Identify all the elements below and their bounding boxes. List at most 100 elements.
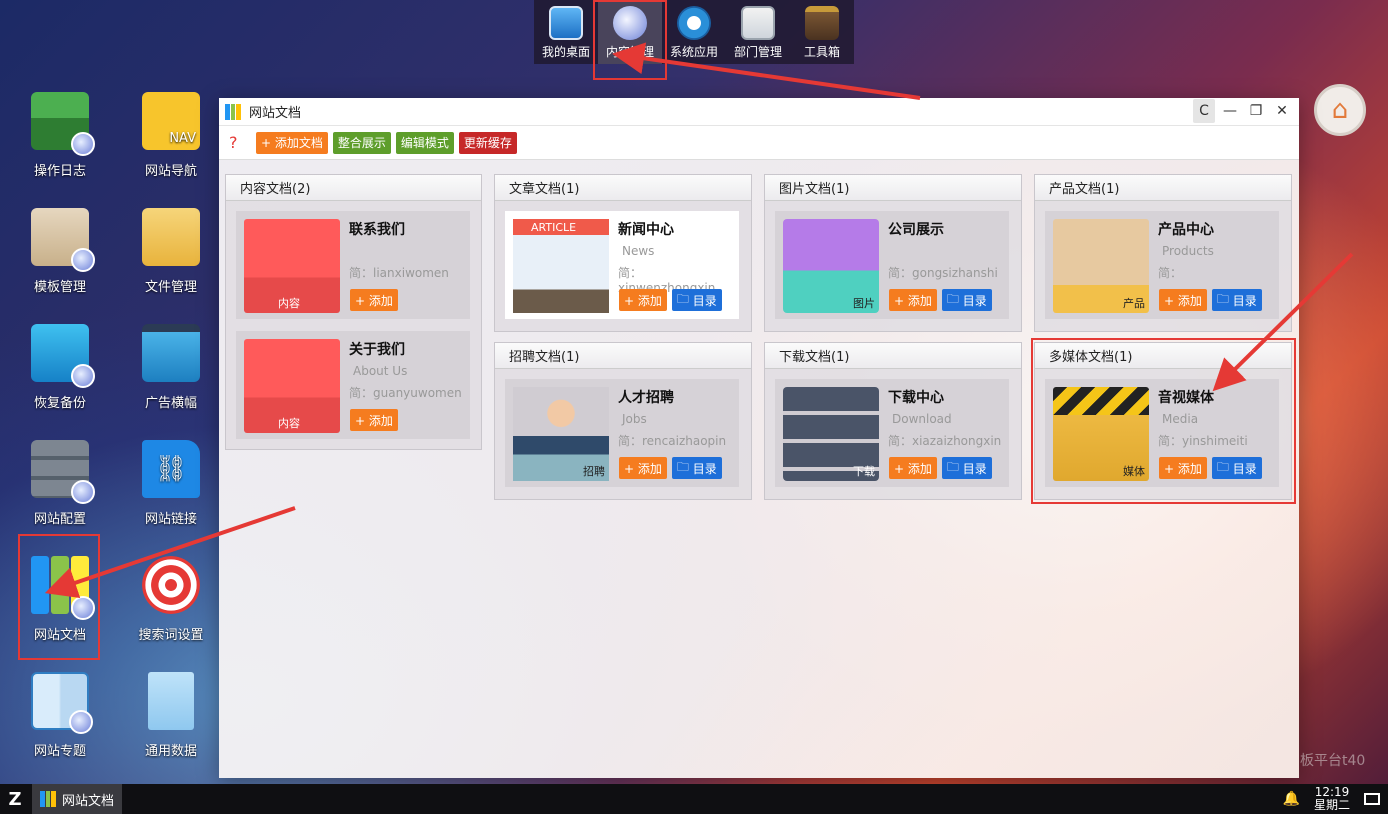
watermark: 板平台t40 [1300, 753, 1366, 769]
doc-card: ARTICLE 新闻中心 News 简：xinwenzhongxin + 添加 … [505, 211, 739, 319]
help-icon[interactable]: ? [229, 133, 251, 152]
panel-title: 文章文档(1) [495, 175, 751, 201]
article-icon: ARTICLE [513, 219, 609, 313]
desktop-icon-label: 操作日志 [33, 164, 86, 179]
panel-product-docs: 产品文档(1) 产品 产品中心 Products 简： + 添加 🗀 目录 [1034, 174, 1292, 332]
card-en: About Us [353, 364, 408, 378]
link-doc-icon: ⛓ [142, 440, 200, 498]
topic-book-icon [31, 672, 93, 734]
content-doc-icon: 内容 [244, 339, 340, 433]
file-folder-icon [142, 208, 200, 266]
window-titlebar[interactable]: 网站文档 C — ❐ ✕ [219, 98, 1299, 126]
update-cache-button[interactable]: 更新缓存 [458, 131, 517, 154]
annotation-box-dock [593, 0, 667, 80]
content-doc-icon: 内容 [244, 219, 340, 313]
directory-button[interactable]: 🗀 目录 [1211, 289, 1262, 311]
folder-log-icon [31, 92, 95, 156]
add-button[interactable]: + 添加 [350, 409, 398, 431]
folder-icon: 🗀 [1216, 291, 1233, 306]
card-en: Products [1162, 244, 1214, 258]
desktop-icon-template[interactable]: 模板管理 [15, 202, 105, 302]
card-title[interactable]: 新闻中心 [618, 219, 674, 239]
add-button[interactable]: + 添加 [1159, 289, 1207, 311]
add-button[interactable]: + 添加 [350, 289, 398, 311]
dock-department[interactable]: 部门管理 [726, 0, 790, 64]
badge-icon [741, 6, 775, 40]
dock-system-apps[interactable]: 系统应用 [662, 0, 726, 64]
desktop-icon-site-links[interactable]: ⛓ 网站链接 [126, 434, 216, 534]
dock-label: 我的桌面 [541, 45, 590, 59]
app-logo-icon [225, 103, 242, 120]
top-dock: 我的桌面 内容管理 系统应用 部门管理 工具箱 [534, 0, 854, 64]
card-title[interactable]: 公司展示 [888, 219, 944, 239]
maximize-button[interactable]: ❐ [1245, 99, 1267, 123]
panel-title: 下载文档(1) [765, 343, 1021, 369]
desktop-icon-site-nav[interactable]: NAV 网站导航 [126, 86, 216, 186]
folder-icon: 🗀 [676, 291, 693, 306]
taskbar-item-site-docs[interactable]: 网站文档 [32, 784, 123, 814]
server-config-icon [31, 440, 95, 504]
dock-my-desktop[interactable]: 我的桌面 [534, 0, 598, 64]
desktop-icon-operation-log[interactable]: 操作日志 [15, 86, 105, 186]
window-title: 网站文档 [249, 106, 302, 121]
panel-recruit-docs: 招聘文档(1) 招聘 人才招聘 Jobs 简：rencaizhaopin + 添… [494, 342, 752, 500]
directory-label: 目录 [962, 293, 987, 308]
desktop-icon-search-words[interactable]: 搜索词设置 [126, 550, 216, 650]
add-button[interactable]: + 添加 [619, 457, 667, 479]
directory-label: 目录 [1232, 293, 1257, 308]
card-tag: 内容 [278, 417, 300, 430]
start-button[interactable]: Z [0, 784, 30, 814]
doc-card: 下载 下载中心 Download 简：xiazaizhongxin + 添加 🗀… [775, 379, 1009, 487]
card-title[interactable]: 产品中心 [1158, 219, 1214, 239]
directory-button[interactable]: 🗀 目录 [671, 289, 722, 311]
card-title[interactable]: 下载中心 [888, 387, 944, 407]
home-icon: ⌂ [1331, 95, 1349, 125]
gear-icon [677, 6, 711, 40]
show-desktop-icon[interactable] [1364, 793, 1380, 805]
directory-button[interactable]: 🗀 目录 [671, 457, 722, 479]
add-button[interactable]: + 添加 [889, 289, 937, 311]
home-button[interactable]: ⌂ [1314, 84, 1366, 136]
desktop-icon-label: 文件管理 [144, 280, 197, 295]
edit-mode-button[interactable]: 编辑模式 [395, 131, 454, 154]
directory-button[interactable]: 🗀 目录 [941, 457, 992, 479]
toolbox-icon [805, 6, 839, 40]
download-server-icon: 下载 [783, 387, 879, 481]
clock-weekday: 星期二 [1313, 798, 1350, 812]
desktop-icon-site-config[interactable]: 网站配置 [15, 434, 105, 534]
card-slug: 简： [1158, 266, 1183, 280]
system-tray: 🔔 12:19 星期二 [1283, 784, 1388, 814]
panel-title: 图片文档(1) [765, 175, 1021, 201]
target-icon [142, 556, 200, 614]
doc-card: 内容 关于我们 About Us 简：guanyuwomen + 添加 [236, 331, 470, 439]
directory-label: 目录 [962, 461, 987, 476]
integrated-view-button[interactable]: 整合展示 [332, 131, 391, 154]
folder-icon: 🗀 [946, 459, 963, 474]
add-button[interactable]: + 添加 [889, 457, 937, 479]
card-slug: 简：rencaizhaopin [618, 434, 727, 448]
desktop-icon-site-topics[interactable]: 网站专题 [15, 666, 105, 766]
desktop-icon-label: 网站导航 [144, 164, 197, 179]
minimize-button[interactable]: — [1219, 99, 1241, 123]
desktop-icon-backup[interactable]: 恢复备份 [15, 318, 105, 418]
notification-bell-icon[interactable]: 🔔 [1283, 791, 1300, 807]
taskbar: Z 网站文档 🔔 12:19 星期二 [0, 784, 1388, 814]
card-title[interactable]: 联系我们 [349, 219, 405, 239]
panel-title: 产品文档(1) [1035, 175, 1291, 201]
annotation-box-desktop [18, 534, 100, 660]
add-doc-button[interactable]: + 添加文档 [256, 131, 328, 154]
add-button[interactable]: + 添加 [619, 289, 667, 311]
desktop-icon-common-data[interactable]: 通用数据 [126, 666, 216, 766]
directory-button[interactable]: 🗀 目录 [941, 289, 992, 311]
card-title[interactable]: 关于我们 [349, 339, 405, 359]
desktop-icon-file-management[interactable]: 文件管理 [126, 202, 216, 302]
doc-card: 产品 产品中心 Products 简： + 添加 🗀 目录 [1045, 211, 1279, 319]
dock-label: 系统应用 [669, 45, 718, 59]
refresh-button[interactable]: C [1193, 99, 1215, 123]
card-title[interactable]: 人才招聘 [618, 387, 674, 407]
close-button[interactable]: ✕ [1271, 99, 1293, 123]
desktop-icon-banner[interactable]: 广告横幅 [126, 318, 216, 418]
clock[interactable]: 12:19 星期二 [1314, 786, 1350, 812]
doc-card: 招聘 人才招聘 Jobs 简：rencaizhaopin + 添加 🗀 目录 [505, 379, 739, 487]
dock-toolbox[interactable]: 工具箱 [790, 0, 854, 64]
